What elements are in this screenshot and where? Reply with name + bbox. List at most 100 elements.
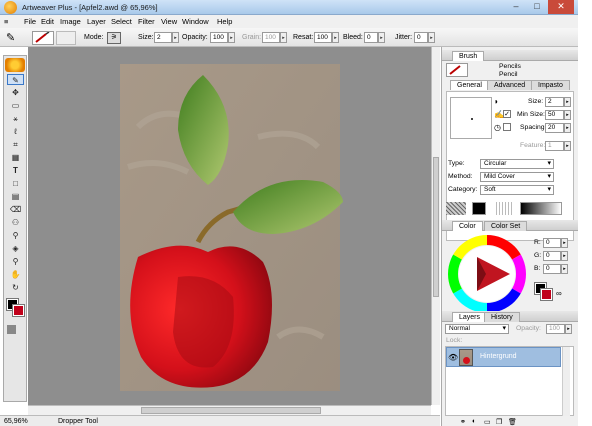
- visibility-eye-icon[interactable]: 👁: [448, 353, 458, 362]
- minimize-button[interactable]: –: [506, 0, 526, 14]
- g-stepper[interactable]: ▸: [561, 251, 568, 261]
- g-input[interactable]: 0: [543, 251, 561, 261]
- vertical-scrollbar[interactable]: [431, 47, 440, 405]
- brush-category[interactable]: Pencils: [499, 63, 521, 70]
- mode-selector[interactable]: ⚞: [107, 32, 121, 44]
- menu-view[interactable]: View: [161, 17, 177, 26]
- menu-filter[interactable]: Filter: [138, 17, 155, 26]
- gradient-swatch[interactable]: [520, 202, 562, 215]
- spacing-input[interactable]: 20: [545, 123, 564, 133]
- r-stepper[interactable]: ▸: [561, 238, 568, 248]
- tab-history[interactable]: History: [484, 312, 520, 322]
- r-input[interactable]: 0: [543, 238, 561, 248]
- zoom-tool-icon[interactable]: ⚲: [7, 256, 24, 267]
- close-button[interactable]: ✕: [548, 0, 574, 14]
- timer-icon[interactable]: ◷: [494, 123, 501, 132]
- menu-file[interactable]: File: [24, 17, 36, 26]
- layers-scrollbar[interactable]: [562, 347, 570, 416]
- rotate-tool-icon[interactable]: ↻: [7, 282, 24, 293]
- size-dropdown-arrow[interactable]: ▸: [172, 32, 179, 43]
- menu-image[interactable]: Image: [60, 17, 81, 26]
- size-input[interactable]: 2: [154, 32, 172, 43]
- link-layer-icon[interactable]: ⚭: [460, 418, 466, 426]
- category-select[interactable]: Soft: [480, 185, 554, 195]
- min-size-stepper[interactable]: ▸: [564, 110, 571, 120]
- tab-brush[interactable]: Brush: [452, 51, 485, 61]
- dropper-tool-icon[interactable]: ⚲: [7, 230, 24, 241]
- tab-impasto[interactable]: Impasto: [531, 80, 570, 90]
- jitter-dropdown-arrow[interactable]: ▸: [428, 32, 435, 43]
- spacing-checkbox[interactable]: [503, 123, 511, 131]
- menu-edit[interactable]: Edit: [41, 17, 54, 26]
- crop-tool-icon[interactable]: ⌗: [7, 139, 24, 150]
- color-link-icon[interactable]: ∞: [556, 289, 562, 298]
- menu-window[interactable]: Window: [182, 17, 209, 26]
- fill-tool-icon[interactable]: ◈: [7, 243, 24, 254]
- blend-mode-select[interactable]: Normal: [445, 324, 509, 334]
- mask-mode-icon[interactable]: [7, 325, 16, 334]
- bleed-dropdown-arrow[interactable]: ▸: [378, 32, 385, 43]
- min-size-input[interactable]: 50: [545, 110, 564, 120]
- spacing-stepper[interactable]: ▸: [564, 123, 571, 133]
- tab-color[interactable]: Color: [452, 221, 483, 231]
- brush-size-stepper[interactable]: ▸: [564, 97, 571, 107]
- menu-bar: ≡ File Edit Image Layer Select Filter Vi…: [0, 15, 578, 28]
- jitter-input[interactable]: 0: [414, 32, 428, 43]
- new-folder-icon[interactable]: ▭: [484, 418, 491, 426]
- tab-general[interactable]: General: [450, 80, 489, 90]
- horizontal-scroll-thumb[interactable]: [141, 407, 321, 414]
- bleed-input[interactable]: 0: [364, 32, 378, 43]
- panel-secondary-color[interactable]: [540, 288, 553, 301]
- resat-label: Resat:: [293, 34, 314, 41]
- eraser-tool-icon[interactable]: ⌫: [7, 204, 24, 215]
- menu-help[interactable]: Help: [217, 17, 232, 26]
- document-canvas[interactable]: [28, 47, 431, 405]
- layer-style-icon[interactable]: ◐: [472, 418, 476, 425]
- pencil-tool-icon[interactable]: ✎: [7, 74, 24, 85]
- paper-texture-swatch[interactable]: [496, 202, 514, 215]
- canvas-area[interactable]: [28, 47, 431, 405]
- opacity-input[interactable]: 100: [210, 32, 228, 43]
- resat-dropdown-arrow[interactable]: ▸: [332, 32, 339, 43]
- brush-variant[interactable]: Pencil: [499, 71, 518, 78]
- paint-color-swatch[interactable]: [472, 202, 486, 215]
- method-select[interactable]: Mild Cover: [480, 172, 554, 182]
- rectangle-select-icon[interactable]: ▭: [7, 100, 24, 111]
- delete-layer-icon[interactable]: 🗑: [508, 418, 517, 426]
- opacity-dropdown-arrow[interactable]: ▸: [228, 32, 235, 43]
- menu-layer[interactable]: Layer: [87, 17, 106, 26]
- gradient-tool-icon[interactable]: ▤: [7, 191, 24, 202]
- brush-size-input[interactable]: 2: [545, 97, 564, 107]
- tab-layers[interactable]: Layers: [452, 312, 488, 322]
- vertical-scroll-thumb[interactable]: [433, 157, 439, 297]
- text-tool-icon[interactable]: T: [7, 165, 24, 176]
- move-tool-icon[interactable]: ✥: [7, 87, 24, 98]
- brush-shape-icon[interactable]: ◗: [494, 97, 499, 106]
- maximize-button[interactable]: □: [527, 0, 547, 14]
- clone-tool-icon[interactable]: ⚇: [7, 217, 24, 228]
- shape-tool-icon[interactable]: □: [7, 178, 24, 189]
- new-layer-icon[interactable]: ❐: [496, 418, 502, 426]
- layer-row[interactable]: 👁 Hintergrund: [446, 347, 561, 367]
- tab-color-set[interactable]: Color Set: [484, 221, 528, 231]
- b-stepper[interactable]: ▸: [561, 264, 568, 274]
- menu-select[interactable]: Select: [111, 17, 132, 26]
- hand-tool-icon[interactable]: ✋: [7, 269, 24, 280]
- horizontal-scrollbar[interactable]: [28, 405, 431, 415]
- grain-label: Grain:: [242, 34, 262, 41]
- b-input[interactable]: 0: [543, 264, 561, 274]
- brush-preset-picker[interactable]: [32, 31, 54, 45]
- type-select[interactable]: Circular: [480, 159, 554, 169]
- grid-tool-icon[interactable]: ▦: [7, 152, 24, 163]
- grain-texture-swatch[interactable]: [446, 202, 466, 215]
- color-wheel[interactable]: [446, 233, 528, 315]
- secondary-color-swatch[interactable]: [12, 304, 25, 317]
- tab-advanced[interactable]: Advanced: [487, 80, 533, 90]
- resat-input[interactable]: 100: [314, 32, 332, 43]
- brush-variant-picker[interactable]: [56, 31, 76, 45]
- magic-wand-icon[interactable]: ⚹: [7, 113, 24, 124]
- brush-category-icon[interactable]: [446, 63, 468, 77]
- menu-toggle-icon[interactable]: ≡: [4, 17, 8, 26]
- lasso-tool-icon[interactable]: ℓ: [7, 126, 24, 137]
- min-size-checkbox[interactable]: ✓: [503, 110, 511, 118]
